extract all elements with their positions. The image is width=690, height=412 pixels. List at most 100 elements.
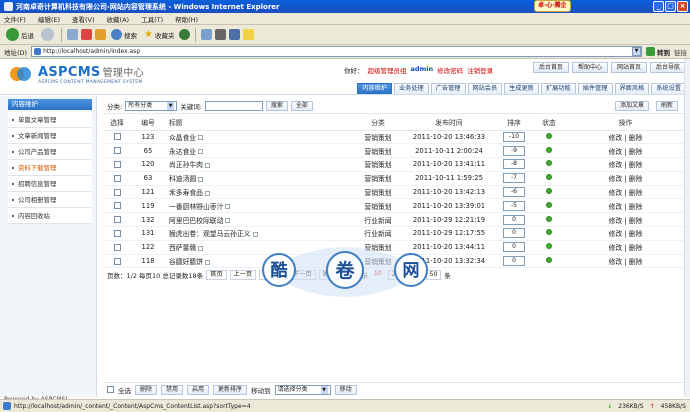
row-checkbox[interactable] [113,133,121,141]
links-label[interactable]: 链接 [674,47,690,57]
sidebar-item-news[interactable]: 文章新闻管理 [8,128,92,144]
sort-input[interactable]: 0 [503,214,525,225]
change-password-link[interactable]: 修改密码 [437,65,463,75]
external-link-icon[interactable] [252,231,258,237]
edit-link[interactable]: 修改 [609,175,623,183]
back-button[interactable]: 后退 [4,28,36,41]
row-title[interactable]: 尚正孙牛肉 [169,161,203,169]
forward-button[interactable] [39,28,56,41]
sort-input[interactable]: -7 [503,173,525,184]
stop-icon[interactable] [67,29,78,40]
search-button[interactable]: 搜索 [109,29,139,40]
page-size-20[interactable]: 20 [387,270,404,281]
edit-link[interactable]: 修改 [609,189,623,197]
sort-input[interactable]: 0 [503,256,525,267]
row-title[interactable]: 一番厨林野山枣汁 [169,203,223,211]
menu-file[interactable]: 文件(F) [4,14,26,24]
category-select[interactable]: 所有分类 ▼ [125,101,178,111]
external-link-icon[interactable] [204,190,210,196]
go-button[interactable]: 转到 [646,47,670,57]
page-size-10[interactable]: 10 [370,270,385,281]
external-link-icon[interactable] [204,259,210,265]
row-checkbox[interactable] [113,216,121,224]
print-icon[interactable] [215,29,227,40]
sidebar-item-downloads[interactable]: 资料下载管理 [8,160,92,176]
edit-icon[interactable] [229,29,241,40]
move-category-select[interactable]: 请选择分类 ▼ [274,384,331,395]
disable-button[interactable]: 禁用 [161,384,184,395]
edit-link[interactable]: 修改 [609,203,623,211]
menu-tools[interactable]: 工具(T) [141,14,163,24]
edit-link[interactable]: 修改 [609,230,623,238]
external-link-icon[interactable] [198,245,204,251]
delete-link[interactable]: 删除 [629,175,643,183]
status-ok-icon[interactable] [546,188,552,195]
status-ok-icon[interactable] [546,201,552,208]
edit-link[interactable]: 修改 [609,244,623,252]
row-checkbox[interactable] [113,243,121,251]
site-home-button[interactable]: 网站首页 [610,62,647,73]
tab-business[interactable]: 业务处理 [394,83,429,94]
row-title[interactable]: 猴虎出卷：观望马云孙正义 [169,230,251,238]
sort-input[interactable]: -10 [503,131,525,142]
row-title[interactable]: 永达食业 [169,148,196,156]
edit-link[interactable]: 修改 [609,217,623,225]
tab-content[interactable]: 内容维护 [357,83,392,94]
add-article-button[interactable]: 添加文章 [614,101,649,111]
delete-link[interactable]: 删除 [629,217,643,225]
admin-nav-button[interactable]: 后台导航 [649,62,686,73]
status-ok-icon[interactable] [546,174,552,181]
sidebar-item-recycle[interactable]: 内容回收站 [8,208,92,224]
external-link-icon[interactable] [198,176,204,182]
row-checkbox[interactable] [113,257,121,265]
edit-link[interactable]: 修改 [609,148,623,156]
row-title[interactable]: 众晶食业 [169,134,196,142]
external-link-icon[interactable] [225,218,231,224]
tab-extensions[interactable]: 扩展功能 [541,83,576,94]
status-ok-icon[interactable] [546,132,552,139]
delete-link[interactable]: 删除 [629,203,643,211]
last-page-button[interactable]: 尾页 [318,270,339,281]
select-all-checkbox[interactable] [107,386,114,393]
page-2-button[interactable]: 2 [274,270,286,281]
row-checkbox[interactable] [113,147,121,155]
batch-delete-button[interactable]: 删除 [135,384,158,395]
edit-link[interactable]: 修改 [609,161,623,169]
delete-link[interactable]: 删除 [629,189,643,197]
admin-home-button[interactable]: 后台首页 [532,62,569,73]
tab-generate[interactable]: 生成更新 [504,83,539,94]
history-icon[interactable] [179,29,191,40]
sidebar-item-products[interactable]: 公司产品管理 [8,144,92,160]
menu-edit[interactable]: 编辑(E) [38,14,60,24]
row-checkbox[interactable] [113,160,121,168]
logout-link[interactable]: 注销登录 [467,65,493,75]
tab-members[interactable]: 网站会员 [467,83,503,94]
row-checkbox[interactable] [113,202,121,210]
row-title[interactable]: 西萨董赣 [169,244,196,252]
row-title[interactable]: 阿里巴巴校际联动 [169,217,223,225]
status-ok-icon[interactable] [546,215,552,222]
delete-link[interactable]: 删除 [629,134,643,142]
sidebar-item-albums[interactable]: 公司相册管理 [8,192,92,208]
update-sort-button[interactable]: 更新排序 [213,384,248,395]
page-size-30[interactable]: 30 [406,270,423,281]
refresh-button[interactable]: 刷新 [655,101,678,111]
show-all-button[interactable]: 全部 [290,101,313,111]
row-checkbox[interactable] [113,174,121,182]
enable-button[interactable]: 启用 [187,384,210,395]
mail-icon[interactable] [201,29,213,40]
row-checkbox[interactable] [113,188,121,196]
move-button[interactable]: 移动 [334,384,357,395]
help-center-button[interactable]: 帮助中心 [571,62,608,73]
next-page-button[interactable]: 下一页 [288,270,316,281]
sort-input[interactable]: 0 [503,242,525,253]
row-title[interactable]: 科迪汤圆 [169,175,196,183]
tab-plugins[interactable]: 插件管理 [577,83,613,94]
delete-link[interactable]: 删除 [629,230,643,238]
edit-link[interactable]: 修改 [609,258,623,266]
status-ok-icon[interactable] [546,146,552,153]
status-ok-icon[interactable] [546,229,552,236]
minimize-button[interactable]: _ [653,1,664,12]
sidebar-item-jobs[interactable]: 招聘信息管理 [8,176,92,192]
menu-view[interactable]: 查看(V) [72,14,95,24]
